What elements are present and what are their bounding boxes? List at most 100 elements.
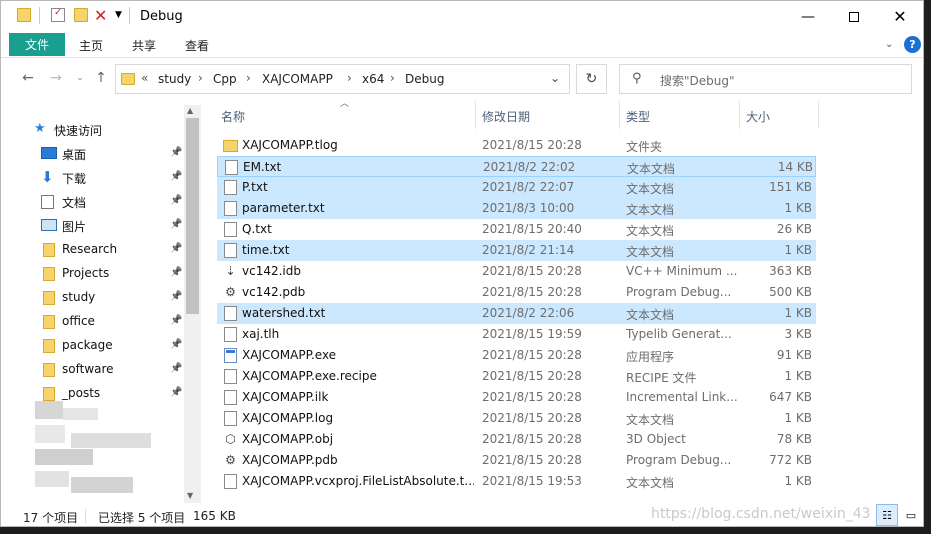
file-row[interactable]: ⇣ vc142.idb 2021/8/15 20:28 VC++ Minimum ..…	[217, 261, 816, 282]
sidebar-item-office[interactable]: office 📌	[1, 310, 184, 334]
file-row[interactable]: EM.txt 2021/8/2 22:02 文本文档 14 KB	[217, 156, 816, 177]
back-arrow-icon[interactable]: ←	[18, 67, 38, 89]
sidebar-item-_posts[interactable]: _posts 📌	[1, 382, 184, 406]
breadcrumb-study[interactable]: study	[158, 72, 191, 86]
properties-icon[interactable]: ✓	[51, 7, 65, 22]
breadcrumb-x64[interactable]: x64	[362, 72, 384, 86]
sidebar-item-label: 图片	[62, 220, 87, 234]
text-file-icon	[224, 243, 237, 258]
file-type: Program Debug...	[626, 453, 732, 467]
file-row[interactable]: XAJCOMAPP.exe.recipe 2021/8/15 20:28 RECIP…	[217, 366, 816, 387]
column-header-name[interactable]: 名称	[221, 108, 245, 136]
file-type: Incremental Link...	[626, 390, 738, 404]
file-row[interactable]: ⚙ vc142.pdb 2021/8/15 20:28 Program Debug..…	[217, 282, 816, 303]
chevron-right-icon[interactable]: ›	[347, 71, 352, 85]
sidebar-item-software[interactable]: software 📌	[1, 358, 184, 382]
chevron-right-icon[interactable]: ›	[198, 71, 203, 85]
tab-share[interactable]: 共享	[132, 37, 156, 54]
file-date: 2021/8/15 20:28	[482, 348, 582, 362]
object-file-icon: ⬡	[225, 432, 236, 446]
file-row[interactable]: ⚙ XAJCOMAPP.pdb 2021/8/15 20:28 Program Deb…	[217, 450, 816, 471]
sidebar-item-label: 桌面	[62, 148, 87, 162]
file-row[interactable]: ⬡ XAJCOMAPP.obj 2021/8/15 20:28 3D Object 78…	[217, 429, 816, 450]
debug-file-icon: ⚙	[225, 453, 236, 467]
scroll-up-icon[interactable]: ▲	[187, 106, 193, 115]
pictures-icon	[41, 219, 57, 231]
file-row[interactable]: XAJCOMAPP.exe 2021/8/15 20:28 应用程序 91 KB	[217, 345, 816, 366]
chevron-right-icon[interactable]: ›	[390, 71, 395, 85]
help-icon[interactable]: ?	[904, 36, 921, 53]
recent-locations-icon[interactable]: ⌄	[70, 67, 90, 89]
maximize-button[interactable]	[831, 1, 877, 32]
breadcrumb-overflow[interactable]: «	[141, 71, 148, 85]
pin-icon: 📌	[170, 219, 183, 230]
close-button[interactable]: ✕	[877, 1, 923, 32]
file-row[interactable]: xaj.tlh 2021/8/15 19:59 Typelib Generat...…	[217, 324, 816, 345]
divider	[129, 7, 130, 24]
sidebar-item-research[interactable]: Research 📌	[1, 238, 184, 262]
ribbon-expand-icon[interactable]: ⌄	[885, 39, 893, 50]
sidebar-item-label: package	[62, 338, 113, 352]
scroll-down-icon[interactable]: ▼	[187, 491, 193, 500]
quick-access-label: 快速访问	[54, 124, 103, 138]
address-dropdown-icon[interactable]: ⌄	[550, 71, 560, 85]
sidebar-item-package[interactable]: package 📌	[1, 334, 184, 358]
folder-icon	[43, 267, 55, 281]
quick-access[interactable]: ★ 快速访问	[1, 118, 184, 142]
text-file-icon	[224, 369, 237, 384]
sidebar-item-[interactable]: ⬇ 下载 📌	[1, 166, 184, 190]
file-row[interactable]: watershed.txt 2021/8/2 22:06 文本文档 1 KB	[217, 303, 816, 324]
column-header-size[interactable]: 大小	[746, 108, 770, 136]
breadcrumb-cpp[interactable]: Cpp	[213, 72, 237, 86]
file-date: 2021/8/15 19:53	[482, 474, 582, 488]
file-row[interactable]: Q.txt 2021/8/15 20:40 文本文档 26 KB	[217, 219, 816, 240]
nav-scrollbar-thumb[interactable]	[186, 118, 199, 314]
forward-arrow-icon[interactable]: →	[46, 67, 66, 89]
new-folder-icon[interactable]	[74, 8, 88, 22]
file-row[interactable]: XAJCOMAPP.tlog 2021/8/15 20:28 文件夹	[217, 135, 816, 156]
minimize-button[interactable]: —	[785, 1, 831, 32]
up-arrow-icon[interactable]: ↑	[91, 67, 111, 89]
sidebar-item-[interactable]: 文档 📌	[1, 190, 184, 214]
file-size: 1 KB	[784, 306, 812, 320]
search-box[interactable]: ⚲ 搜索"Debug"	[619, 64, 912, 94]
file-date: 2021/8/2 22:02	[483, 160, 576, 174]
column-divider[interactable]	[619, 101, 620, 129]
details-view-button[interactable]: ☷	[876, 504, 898, 526]
sidebar-item-[interactable]: 图片 📌	[1, 214, 184, 238]
sidebar-item-projects[interactable]: Projects 📌	[1, 262, 184, 286]
file-name: XAJCOMAPP.tlog	[242, 138, 338, 152]
large-icons-view-button[interactable]: ▭	[900, 504, 922, 526]
file-row[interactable]: XAJCOMAPP.ilk 2021/8/15 20:28 Incremental …	[217, 387, 816, 408]
chevron-right-icon[interactable]: ›	[246, 71, 251, 85]
blurred-item	[71, 477, 133, 493]
file-row[interactable]: XAJCOMAPP.log 2021/8/15 20:28 文本文档 1 KB	[217, 408, 816, 429]
file-row[interactable]: time.txt 2021/8/2 21:14 文本文档 1 KB	[217, 240, 816, 261]
file-row[interactable]: XAJCOMAPP.vcxproj.FileListAbsolute.t... 2…	[217, 471, 816, 492]
file-date: 2021/8/15 20:40	[482, 222, 582, 236]
column-header-type[interactable]: 类型	[626, 108, 650, 136]
breadcrumb-xajcomapp[interactable]: XAJCOMAPP	[262, 72, 333, 86]
file-row[interactable]: P.txt 2021/8/2 22:07 文本文档 151 KB	[217, 177, 816, 198]
refresh-button[interactable]: ↻	[576, 64, 607, 94]
tab-home[interactable]: 主页	[79, 37, 103, 54]
file-size: 1 KB	[784, 411, 812, 425]
tab-view[interactable]: 查看	[185, 37, 209, 54]
file-name: P.txt	[242, 180, 268, 194]
column-divider[interactable]	[739, 101, 740, 129]
delete-icon[interactable]: ✕	[94, 6, 107, 25]
sidebar-item-study[interactable]: study 📌	[1, 286, 184, 310]
column-header-date[interactable]: 修改日期	[482, 108, 530, 136]
file-date: 2021/8/15 20:28	[482, 138, 582, 152]
file-type: 文本文档	[626, 308, 675, 322]
chevron-down-icon[interactable]: ▼	[115, 10, 122, 20]
text-file-icon	[224, 390, 237, 405]
column-divider[interactable]	[818, 101, 819, 129]
file-row[interactable]: parameter.txt 2021/8/3 10:00 文本文档 1 KB	[217, 198, 816, 219]
tab-file[interactable]: 文件	[9, 33, 65, 56]
breadcrumb-debug[interactable]: Debug	[405, 72, 444, 86]
column-divider[interactable]	[475, 101, 476, 129]
sidebar-item-[interactable]: 桌面 📌	[1, 142, 184, 166]
file-type: VC++ Minimum ...	[626, 264, 738, 278]
address-bar[interactable]: « study › Cpp › XAJCOMAPP › x64 › Debug …	[115, 64, 570, 94]
